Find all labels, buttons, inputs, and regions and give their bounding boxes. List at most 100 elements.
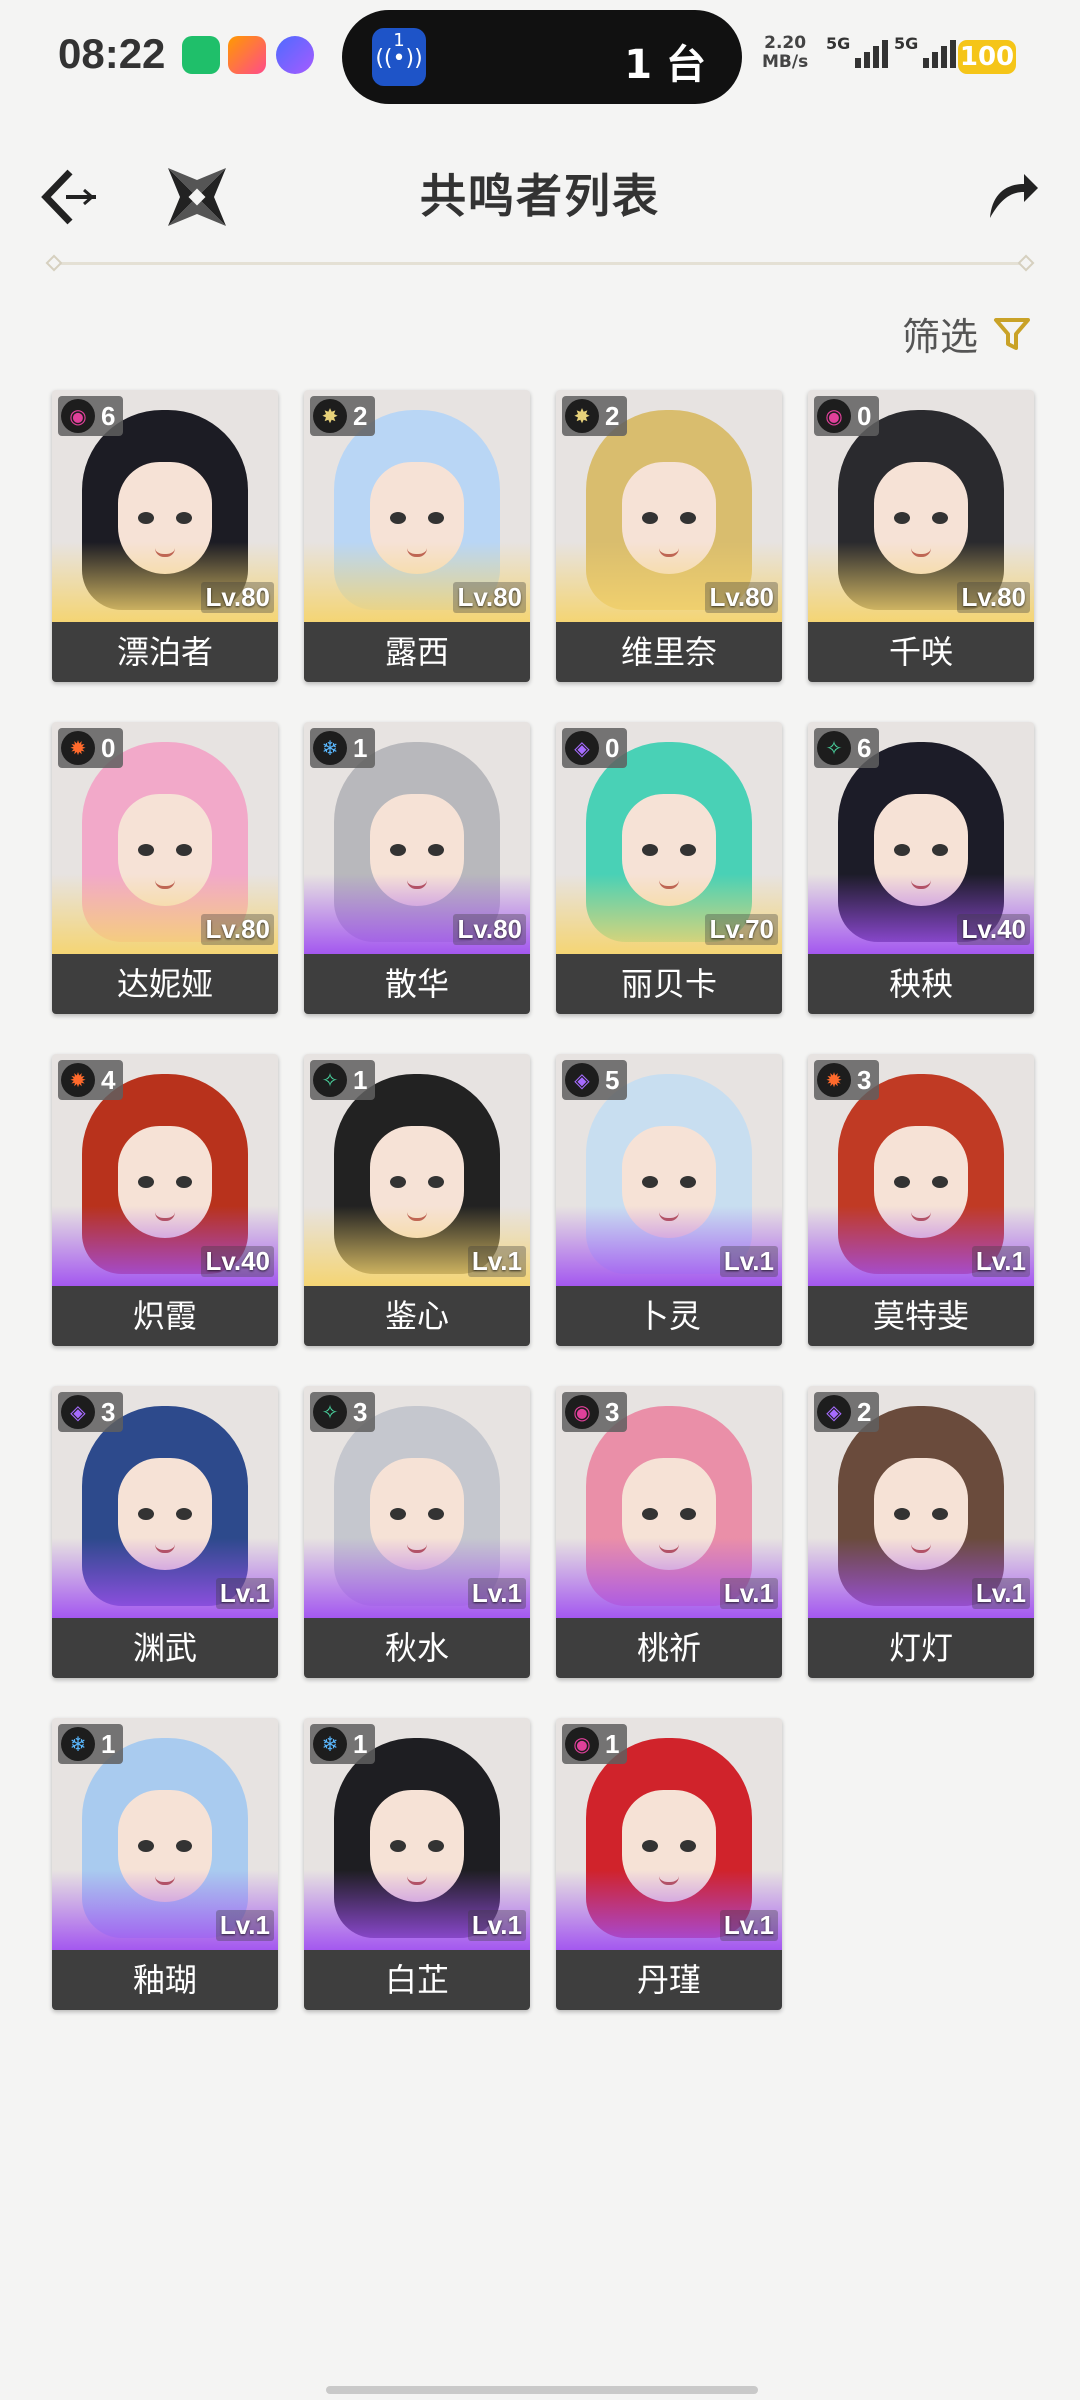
resonator-name: 维里奈 <box>556 622 782 682</box>
level-label: Lv.1 <box>467 1578 526 1609</box>
level-label: Lv.40 <box>201 1246 274 1277</box>
havoc-element-icon: ◉ <box>565 1727 599 1761</box>
share-button[interactable] <box>982 164 1042 224</box>
sequence-badge: ◉ 0 <box>814 396 880 436</box>
havoc-element-icon: ◉ <box>817 399 851 433</box>
level-label: Lv.70 <box>705 914 778 945</box>
level-label: Lv.1 <box>467 1910 526 1941</box>
resonator-card[interactable]: ✹ 4 Lv.40 炽霞 <box>52 1054 278 1346</box>
level-label: Lv.1 <box>719 1910 778 1941</box>
resonator-card[interactable]: ✹ 3 Lv.1 莫特斐 <box>808 1054 1034 1346</box>
glacio-element-icon: ❄ <box>313 1727 347 1761</box>
filter-icon <box>994 317 1030 350</box>
dynamic-island[interactable]: 1 ((•)) 1 台 <box>342 10 742 104</box>
level-label: Lv.40 <box>957 914 1030 945</box>
signal-icon: 5G <box>894 34 956 68</box>
sequence-count: 4 <box>101 1064 116 1095</box>
level-label: Lv.80 <box>453 582 526 613</box>
sequence-badge: ✧ 6 <box>814 728 880 768</box>
resonator-card[interactable]: ✧ 3 Lv.1 秋水 <box>304 1386 530 1678</box>
resonator-card[interactable]: ✧ 6 Lv.40 秧秧 <box>808 722 1034 1014</box>
sequence-badge: ◈ 0 <box>562 728 628 768</box>
status-bar: 08:22 1 ((•)) 1 台 2.20 MB/s 5G 5G 100 <box>0 0 1080 120</box>
glacio-element-icon: ❄ <box>313 731 347 765</box>
signal-icon: 5G <box>826 34 888 68</box>
level-label: Lv.1 <box>719 1246 778 1277</box>
resonator-card[interactable]: ◈ 5 Lv.1 卜灵 <box>556 1054 782 1346</box>
resonator-name: 漂泊者 <box>52 622 278 682</box>
sequence-count: 6 <box>857 732 872 763</box>
sequence-badge: ◉ 1 <box>562 1724 628 1764</box>
sequence-count: 3 <box>605 1396 620 1427</box>
resonator-name: 千咲 <box>808 622 1034 682</box>
aero-element-icon: ✧ <box>313 1395 347 1429</box>
filter-button[interactable]: 筛选 <box>902 306 1032 361</box>
sequence-count: 3 <box>353 1396 368 1427</box>
sequence-badge: ✹ 0 <box>58 728 124 768</box>
battery-indicator: 100 <box>958 40 1016 74</box>
level-label: Lv.80 <box>201 582 274 613</box>
sequence-count: 1 <box>605 1728 620 1759</box>
spectro-element-icon: ✸ <box>565 399 599 433</box>
sequence-badge: ◉ 6 <box>58 396 124 436</box>
share-arrow-icon <box>990 174 1038 218</box>
resonator-card[interactable]: ◉ 3 Lv.1 桃祈 <box>556 1386 782 1678</box>
resonator-name: 白芷 <box>304 1950 530 2010</box>
sequence-badge: ✸ 2 <box>310 396 376 436</box>
resonator-card[interactable]: ✧ 1 Lv.1 鉴心 <box>304 1054 530 1346</box>
sequence-count: 2 <box>605 400 620 431</box>
sequence-count: 0 <box>101 732 116 763</box>
resonator-card[interactable]: ◉ 6 Lv.80 漂泊者 <box>52 390 278 682</box>
resonator-card[interactable]: ✹ 0 Lv.80 达妮娅 <box>52 722 278 1014</box>
resonator-card[interactable]: ◈ 2 Lv.1 灯灯 <box>808 1386 1034 1678</box>
header-divider <box>45 254 1035 272</box>
resonator-name: 丽贝卡 <box>556 954 782 1014</box>
resonator-card[interactable]: ✸ 2 Lv.80 露西 <box>304 390 530 682</box>
resonator-name: 桃祈 <box>556 1618 782 1678</box>
electro-element-icon: ◈ <box>61 1395 95 1429</box>
sequence-badge: ✹ 4 <box>58 1060 124 1100</box>
resonator-card[interactable]: ◈ 3 Lv.1 渊武 <box>52 1386 278 1678</box>
resonator-card[interactable]: ◈ 0 Lv.70 丽贝卡 <box>556 722 782 1014</box>
sequence-count: 3 <box>857 1064 872 1095</box>
electro-element-icon: ◈ <box>565 1063 599 1097</box>
resonator-name: 达妮娅 <box>52 954 278 1014</box>
resonator-card[interactable]: ❄ 1 Lv.1 白芷 <box>304 1718 530 2010</box>
sequence-badge: ✧ 3 <box>310 1392 376 1432</box>
network-speed: 2.20 MB/s <box>762 33 809 72</box>
sequence-count: 1 <box>353 1064 368 1095</box>
page-header: 共鸣者列表 <box>0 140 1080 250</box>
resonator-name: 露西 <box>304 622 530 682</box>
electro-element-icon: ◈ <box>565 731 599 765</box>
level-label: Lv.1 <box>971 1246 1030 1277</box>
home-indicator[interactable] <box>326 2386 758 2394</box>
sequence-badge: ✧ 1 <box>310 1060 376 1100</box>
cast-icon: 1 ((•)) <box>372 28 426 86</box>
electro-element-icon: ◈ <box>817 1395 851 1429</box>
resonator-name: 鉴心 <box>304 1286 530 1346</box>
resonator-card[interactable]: ✸ 2 Lv.80 维里奈 <box>556 390 782 682</box>
fusion-element-icon: ✹ <box>61 731 95 765</box>
sequence-count: 6 <box>101 400 116 431</box>
level-label: Lv.80 <box>201 914 274 945</box>
level-label: Lv.1 <box>215 1578 274 1609</box>
notification-app-icon <box>182 36 220 74</box>
sequence-badge: ❄ 1 <box>310 1724 376 1764</box>
sequence-count: 2 <box>857 1396 872 1427</box>
level-label: Lv.1 <box>467 1246 526 1277</box>
filter-label: 筛选 <box>901 315 978 359</box>
sequence-badge: ✹ 3 <box>814 1060 880 1100</box>
sequence-count: 3 <box>101 1396 116 1427</box>
aero-element-icon: ✧ <box>313 1063 347 1097</box>
sequence-badge: ✸ 2 <box>562 396 628 436</box>
sequence-count: 0 <box>857 400 872 431</box>
resonator-card[interactable]: ❄ 1 Lv.80 散华 <box>304 722 530 1014</box>
resonator-card[interactable]: ◉ 1 Lv.1 丹瑾 <box>556 1718 782 2010</box>
resonator-card[interactable]: ◉ 0 Lv.80 千咲 <box>808 390 1034 682</box>
havoc-element-icon: ◉ <box>61 399 95 433</box>
resonator-card[interactable]: ❄ 1 Lv.1 釉瑚 <box>52 1718 278 2010</box>
notification-app-icon <box>276 36 314 74</box>
sequence-badge: ◈ 2 <box>814 1392 880 1432</box>
resonator-name: 丹瑾 <box>556 1950 782 2010</box>
resonator-name: 炽霞 <box>52 1286 278 1346</box>
